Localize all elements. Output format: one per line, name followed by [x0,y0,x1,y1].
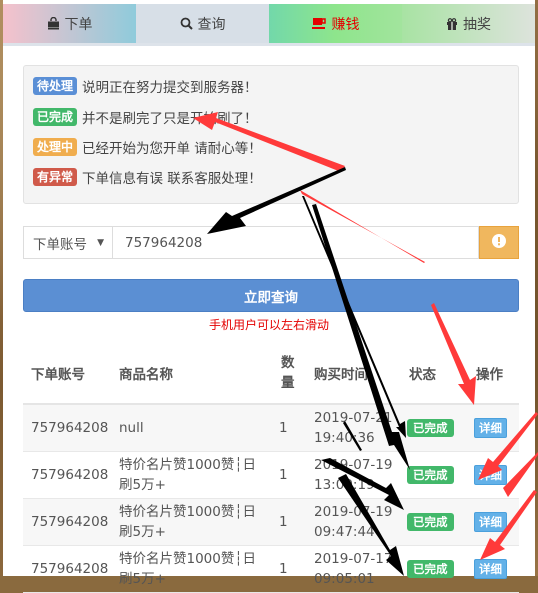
tab-query[interactable]: 查询 [136,4,269,43]
table-row: 757964208 特价名片赞1000赞┆日 刷5万+ 1 2019-07-19 0… [23,499,519,546]
tab-query-label: 查询 [197,16,226,33]
table-header: 下单账号 商品名称 数量 购买时间 状态 操作 [23,343,519,405]
cell-quantity: 1 [279,561,288,577]
cell-status: 已完成 [407,546,463,592]
tab-order-label: 下单 [64,16,93,33]
query-page: 下单 查询 赚钱 抽奖 待处理 说明正在努力提交到服务器！ 已完成 并不是刷完了… [3,0,535,593]
caret-down-icon: ▼ [97,237,104,248]
processing-description: 已经开始为您开单 请耐心等！ [82,141,262,157]
detail-button[interactable]: 详细 [474,418,507,438]
shopping-bag-icon [47,17,60,30]
cell-action: 详细 [474,405,514,451]
table-row: 757964208 null 1 2019-07-21 19:40:36 已完成 … [23,405,519,452]
tab-earn[interactable]: 赚钱 [269,4,402,43]
completed-description: 并不是刷完了只是开始刷了！ [82,111,258,127]
legend-row-error: 有异常 下单信息有误 联系客服处理！ [33,167,262,187]
detail-button[interactable]: 详细 [474,512,507,532]
detail-button[interactable]: 详细 [474,465,507,485]
search-bar: 下单账号 ▼ 757964208 [23,226,519,259]
cell-status: 已完成 [407,499,463,545]
pending-description: 说明正在努力提交到服务器！ [82,80,258,96]
account-input[interactable]: 757964208 [113,226,479,259]
search-icon [180,17,193,30]
cell-account: 757964208 [31,514,109,530]
cell-action: 详细 [474,499,514,545]
cell-time: 2019-07-19 13:00:19 [314,457,393,493]
completed-label: 已完成 [33,108,78,126]
cell-account: 757964208 [31,561,109,577]
header-status: 状态 [409,367,436,383]
exclamation-circle-icon [492,233,506,252]
query-now-button[interactable]: 立即查询 [23,279,519,312]
status-legend-panel: 待处理 说明正在努力提交到服务器！ 已完成 并不是刷完了只是开始刷了！ 处理中 … [23,65,519,204]
tab-order[interactable]: 下单 [3,4,136,43]
cell-time: 2019-07-19 09:47:44 [314,504,393,540]
header-product: 商品名称 [119,367,173,383]
mobile-scroll-hint: 手机用户可以左右滑动 [208,318,329,332]
header-quantity: 数量 [281,355,295,391]
header-time: 购买时间 [314,367,368,383]
cell-quantity: 1 [279,514,288,530]
cell-status: 已完成 [407,405,463,451]
cell-quantity: 1 [279,420,288,436]
orders-table: 下单账号 商品名称 数量 购买时间 状态 操作 757964208 null 1… [23,343,519,593]
cell-account: 757964208 [31,467,109,483]
detail-button[interactable]: 详细 [474,559,507,579]
tab-earn-label: 赚钱 [331,16,360,33]
status-badge: 已完成 [407,466,454,484]
cell-product: 特价名片赞1000赞┆日 刷5万+ [119,504,256,540]
status-badge: 已完成 [407,419,454,437]
error-label: 有异常 [33,168,78,186]
legend-row-processing: 处理中 已经开始为您开单 请耐心等！ [33,137,262,157]
cell-time: 2019-07-21 19:40:36 [314,410,393,446]
tab-lottery[interactable]: 抽奖 [402,4,535,43]
info-button[interactable] [479,226,519,259]
header-action: 操作 [476,367,503,383]
cell-time: 2019-07-17 09:05:01 [314,551,393,587]
top-nav-tabs: 下单 查询 赚钱 抽奖 [3,4,535,43]
processing-label: 处理中 [33,138,78,156]
search-type-value: 下单账号 [33,236,87,253]
tabs-divider [3,43,535,46]
table-row: 757964208 特价名片赞1000赞┆日 刷5万+ 1 2019-07-19 1… [23,452,519,499]
status-badge: 已完成 [407,560,454,578]
table-row: 757964208 特价名片赞1000赞┆日 刷5万+ 1 2019-07-17 0… [23,546,519,593]
cell-product: 特价名片赞1000赞┆日 刷5万+ [119,457,256,493]
pending-label: 待处理 [33,77,78,95]
legend-row-completed: 已完成 并不是刷完了只是开始刷了！ [33,107,258,127]
status-badge: 已完成 [407,513,454,531]
error-description: 下单信息有误 联系客服处理！ [82,171,262,187]
cell-product: null [119,420,144,436]
legend-row-pending: 待处理 说明正在努力提交到服务器！ [33,76,258,96]
header-account: 下单账号 [31,367,85,383]
account-input-value: 757964208 [125,234,203,251]
gift-icon [446,17,458,30]
tab-lottery-label: 抽奖 [463,16,491,33]
cell-account: 757964208 [31,420,109,436]
cell-action: 详细 [474,452,514,498]
cell-action: 详细 [474,546,514,592]
cell-quantity: 1 [279,467,288,483]
search-type-select[interactable]: 下单账号 ▼ [23,226,113,259]
cell-product: 特价名片赞1000赞┆日 刷5万+ [119,551,256,587]
cell-status: 已完成 [407,452,463,498]
coffee-cup-icon [311,17,327,30]
